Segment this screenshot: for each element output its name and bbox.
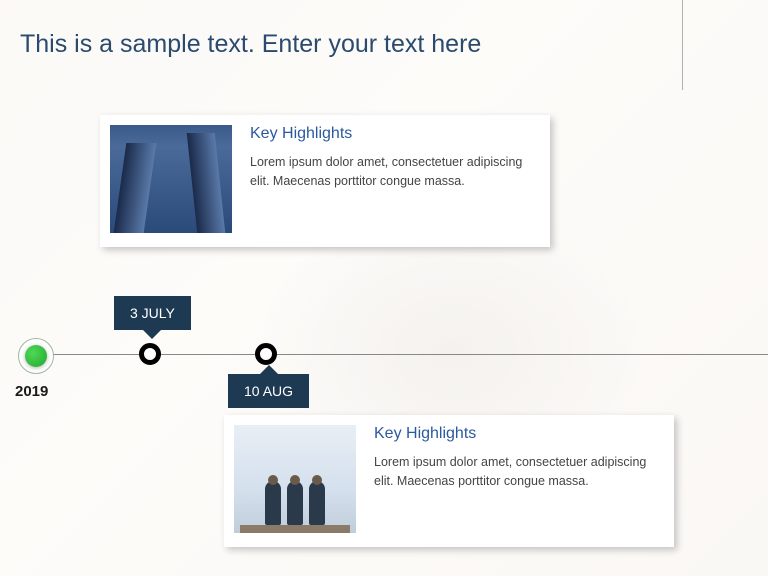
card-body: Key Highlights Lorem ipsum dolor amet, c…	[374, 425, 660, 492]
timeline-marker-icon	[255, 343, 277, 365]
top-right-divider	[682, 0, 683, 90]
card-image-meeting	[234, 425, 356, 533]
card-text[interactable]: Lorem ipsum dolor amet, consectetuer adi…	[374, 453, 660, 492]
card-body: Key Highlights Lorem ipsum dolor amet, c…	[250, 125, 536, 192]
date-tag: 3 JULY	[114, 296, 191, 330]
year-marker	[18, 338, 54, 374]
page-title[interactable]: This is a sample text. Enter your text h…	[20, 30, 481, 59]
date-label: 10 AUG	[244, 383, 293, 399]
date-tag: 10 AUG	[228, 374, 309, 408]
event-card: Key Highlights Lorem ipsum dolor amet, c…	[224, 415, 674, 547]
event-card: Key Highlights Lorem ipsum dolor amet, c…	[100, 115, 550, 247]
year-dot-icon	[25, 345, 47, 367]
year-label: 2019	[15, 383, 48, 400]
card-title[interactable]: Key Highlights	[250, 125, 536, 143]
timeline-marker-icon	[139, 343, 161, 365]
card-title[interactable]: Key Highlights	[374, 425, 660, 443]
card-image-skyscrapers	[110, 125, 232, 233]
card-text[interactable]: Lorem ipsum dolor amet, consectetuer adi…	[250, 153, 536, 192]
date-label: 3 JULY	[130, 305, 175, 321]
